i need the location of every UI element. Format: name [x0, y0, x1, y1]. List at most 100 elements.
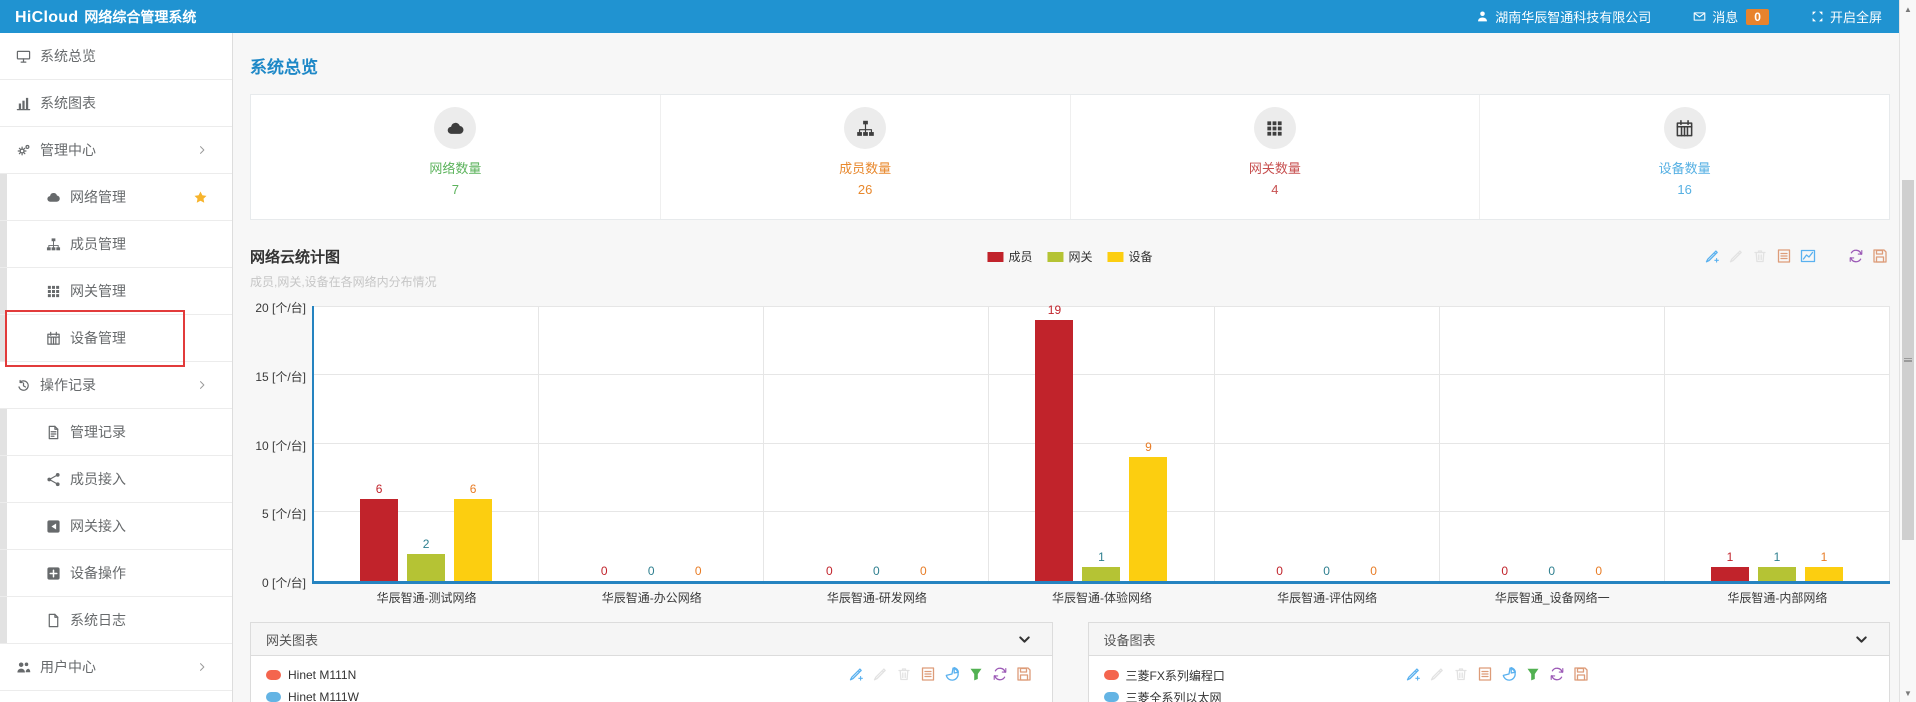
sidebar-item-device-mgmt[interactable]: 设备管理	[0, 315, 232, 362]
panel-legend-item[interactable]: 三菱全系列以太网	[1104, 686, 1875, 702]
bar-chart-icon[interactable]	[1824, 248, 1840, 264]
panel-header[interactable]: 网关图表	[251, 623, 1052, 656]
pie-chart-icon[interactable]	[944, 666, 960, 682]
stat-card[interactable]: 网关数量4	[1071, 95, 1481, 219]
sidebar-item-label: 系统日志	[70, 610, 126, 630]
refresh-icon[interactable]	[1549, 666, 1565, 682]
x-axis-category-label: 华辰智通-评估网络	[1215, 589, 1440, 606]
clear-trash-icon[interactable]	[1453, 666, 1469, 682]
sidebar-item-label: 操作记录	[40, 375, 96, 395]
data-view-icon[interactable]	[920, 666, 936, 682]
sidebar-item-member-mgmt[interactable]: 成员管理	[0, 221, 232, 268]
bar-设备[interactable]: 1	[1805, 567, 1843, 581]
bar-成员[interactable]: 6	[360, 499, 398, 582]
sidebar-item-label: 成员接入	[70, 469, 126, 489]
mark-pencil-icon[interactable]	[1405, 666, 1421, 682]
sidebar-item-mgmt-center[interactable]: 管理中心	[0, 127, 232, 174]
sidebar-item-device-ops[interactable]: 设备操作	[0, 550, 232, 597]
sidebar-item-gateway-access[interactable]: 网关接入	[0, 503, 232, 550]
scrollbar-grip	[1904, 358, 1912, 362]
y-tick-label: 15 [个/台]	[255, 368, 306, 385]
refresh-icon[interactable]	[1848, 248, 1864, 264]
save-image-icon[interactable]	[1872, 248, 1888, 264]
scrollbar-down-arrow[interactable]: ▼	[1900, 685, 1916, 701]
vertical-scrollbar[interactable]: ▲ ▼	[1899, 0, 1916, 702]
bar-设备[interactable]: 6	[454, 499, 492, 582]
panel-gateway-chart: 网关图表Hinet M111NHinet M111W	[250, 622, 1053, 702]
funnel-icon[interactable]	[1525, 666, 1541, 682]
refresh-icon[interactable]	[992, 666, 1008, 682]
stat-card[interactable]: 网络数量7	[251, 95, 661, 219]
legend-item[interactable]: 设备	[1108, 248, 1153, 265]
bar-网关[interactable]: 2	[407, 554, 445, 582]
app-brand[interactable]: HiCloud 网络综合管理系统	[15, 7, 196, 27]
bar-value-label: 0	[1501, 564, 1508, 578]
panel-legend-item[interactable]: Hinet M111W	[266, 686, 1037, 702]
scrollbar-up-arrow[interactable]: ▲	[1900, 1, 1916, 17]
stat-icon-circle	[1664, 107, 1706, 149]
chevron-down-icon[interactable]	[1854, 632, 1869, 647]
desktop-icon	[16, 49, 31, 64]
clear-trash-icon[interactable]	[896, 666, 912, 682]
sidebar-item-op-records[interactable]: 操作记录	[0, 362, 232, 409]
line-chart-icon[interactable]	[1800, 248, 1816, 264]
cloud-icon	[446, 119, 465, 138]
sidebar-item-system-log[interactable]: 系统日志	[0, 597, 232, 644]
sidebar-item-gateway-mgmt[interactable]: 网关管理	[0, 268, 232, 315]
unmark-pencil-icon[interactable]	[1728, 248, 1744, 264]
bar-成员[interactable]: 19	[1035, 320, 1073, 581]
unmark-pencil-icon[interactable]	[872, 666, 888, 682]
stat-card[interactable]: 成员数量26	[661, 95, 1071, 219]
bar-value-label: 0	[601, 564, 608, 578]
funnel-icon[interactable]	[968, 666, 984, 682]
save-image-icon[interactable]	[1573, 666, 1589, 682]
messages-button[interactable]: 消息 0	[1693, 7, 1769, 26]
company-menu[interactable]: 湖南华辰智通科技有限公司	[1476, 7, 1651, 26]
mark-pencil-icon[interactable]	[848, 666, 864, 682]
bar-value-label: 1	[1774, 550, 1781, 564]
panel-legend-label: Hinet M111W	[288, 690, 359, 702]
sidebar-item-label: 网络管理	[70, 187, 126, 207]
sidebar-item-mgmt-records[interactable]: 管理记录	[0, 409, 232, 456]
brand-name: HiCloud	[15, 9, 78, 27]
star-icon	[193, 190, 208, 205]
sidebar-item-user-center[interactable]: 用户中心	[0, 644, 232, 691]
sidebar-item-overview[interactable]: 系统总览	[0, 33, 232, 80]
chart-header: 网络云统计图 成员,网关,设备在各网络内分布情况 成员网关设备	[250, 246, 1890, 292]
calendar-icon	[1675, 119, 1694, 138]
bar-value-label: 0	[1276, 564, 1283, 578]
bar-value-label: 9	[1145, 440, 1152, 454]
pie-chart-icon[interactable]	[1501, 666, 1517, 682]
legend-item[interactable]: 成员	[987, 248, 1032, 265]
panel-header[interactable]: 设备图表	[1089, 623, 1890, 656]
sidebar-item-network-mgmt[interactable]: 网络管理	[0, 174, 232, 221]
category-column: 000	[1440, 306, 1665, 581]
chevron-right-icon	[196, 144, 208, 156]
fullscreen-button[interactable]: 开启全屏	[1811, 7, 1882, 26]
bar-设备[interactable]: 9	[1129, 457, 1167, 581]
save-image-icon[interactable]	[1016, 666, 1032, 682]
bar-网关[interactable]: 1	[1758, 567, 1796, 581]
panel-legend-label: 三菱全系列以太网	[1126, 689, 1222, 702]
network-cloud-chart-section: 网络云统计图 成员,网关,设备在各网络内分布情况 成员网关设备 0 [个/台]5…	[250, 246, 1890, 606]
bar-成员[interactable]: 1	[1711, 567, 1749, 581]
bar-网关[interactable]: 1	[1082, 567, 1120, 581]
stat-card[interactable]: 设备数量16	[1480, 95, 1889, 219]
category-column: 000	[539, 306, 764, 581]
legend-swatch	[1047, 252, 1063, 262]
category-column: 000	[764, 306, 989, 581]
mark-pencil-icon[interactable]	[1704, 248, 1720, 264]
scrollbar-thumb[interactable]	[1902, 180, 1914, 540]
bar-group: 111	[1711, 567, 1843, 581]
sidebar-item-system-charts[interactable]: 系统图表	[0, 80, 232, 127]
data-view-icon[interactable]	[1776, 248, 1792, 264]
unmark-pencil-icon[interactable]	[1429, 666, 1445, 682]
clear-trash-icon[interactable]	[1752, 248, 1768, 264]
messages-label: 消息	[1712, 7, 1738, 26]
data-view-icon[interactable]	[1477, 666, 1493, 682]
chevron-down-icon[interactable]	[1017, 632, 1032, 647]
bar-value-label: 6	[470, 482, 477, 496]
sidebar-item-member-access[interactable]: 成员接入	[0, 456, 232, 503]
top-navbar: HiCloud 网络综合管理系统 湖南华辰智通科技有限公司 消息 0 开启全屏	[0, 0, 1916, 33]
legend-item[interactable]: 网关	[1047, 248, 1092, 265]
